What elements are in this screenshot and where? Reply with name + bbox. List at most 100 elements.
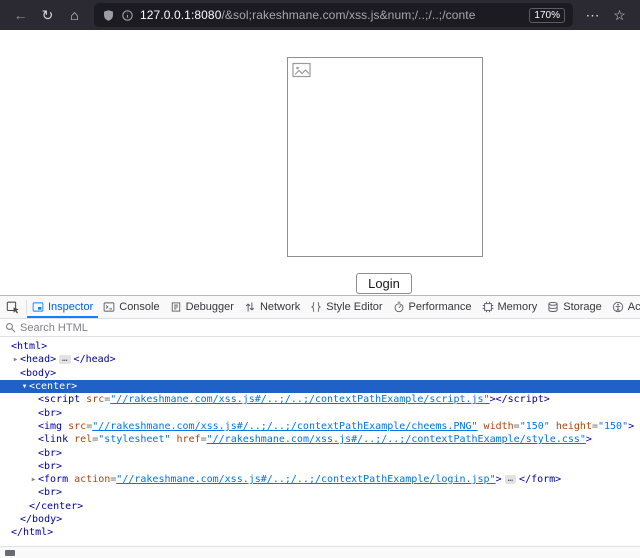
token-tag: <head> (20, 354, 56, 365)
tab-debugger[interactable]: Debugger (165, 296, 239, 318)
login-button[interactable]: Login (356, 273, 412, 294)
markup-row[interactable]: <br> (0, 406, 640, 419)
token-val: "150" (598, 421, 628, 432)
token-tag: <link (38, 434, 68, 445)
markup-row[interactable]: </html> (0, 526, 640, 539)
debugger-icon (170, 301, 182, 313)
token-attr: src (62, 421, 86, 432)
token-tag: <br> (38, 408, 62, 419)
devtools-tabbar: Inspector Console Debugger Network Style Edi… (0, 296, 640, 319)
markup-row[interactable]: </body> (0, 513, 640, 526)
page-viewport: Login (0, 30, 640, 295)
styleeditor-icon (310, 301, 322, 313)
tracking-protection-shield-icon[interactable] (102, 9, 115, 22)
devtools-tabs: Inspector Console Debugger Network Style Edi… (27, 296, 640, 318)
tab-label: Performance (409, 301, 472, 313)
broken-image (287, 57, 483, 257)
search-input[interactable] (20, 322, 635, 334)
token-tag: > (586, 434, 592, 445)
token-tag: <br> (38, 448, 62, 459)
browser-toolbar: ← ↻ ⌂ 127.0.0.1:8080/&sol;rakeshmane.com… (0, 0, 640, 30)
markup-row[interactable]: <html> (0, 340, 640, 353)
token-link[interactable]: "//rakeshmane.com/xss.js#/..;/..;/contex… (116, 474, 495, 485)
tab-label: Accessibility (628, 301, 640, 313)
performance-icon (393, 301, 405, 313)
token-attr: width (478, 421, 514, 432)
markup-row[interactable]: ▶<head>…</head> (0, 353, 640, 366)
search-icon (5, 322, 16, 333)
overflow-menu-icon[interactable]: ⋯ (580, 4, 605, 26)
markup-row[interactable]: <body> (0, 367, 640, 380)
token-attr: href (170, 434, 200, 445)
collapsed-children-ellipsis[interactable]: … (505, 475, 516, 484)
bookmark-star-icon[interactable]: ☆ (607, 4, 632, 26)
tab-label: Console (119, 301, 159, 313)
token-tag: <form (38, 474, 68, 485)
token-link[interactable]: "//rakeshmane.com/xss.js#/..;/..;/contex… (207, 434, 586, 445)
twisty-collapsed-icon[interactable]: ▶ (29, 476, 38, 483)
markup-row[interactable]: <img src="//rakeshmane.com/xss.js#/..;/.… (0, 420, 640, 433)
tab-label: Style Editor (326, 301, 382, 313)
token-link[interactable]: "//rakeshmane.com/xss.js#/..;/..;/contex… (92, 421, 477, 432)
markup-row[interactable]: ▶<form action="//rakeshmane.com/xss.js#/… (0, 473, 640, 486)
token-attr: rel (68, 434, 92, 445)
back-icon[interactable]: ← (8, 4, 33, 26)
token-attr: height (550, 421, 592, 432)
tab-label: Network (260, 301, 300, 313)
token-val: "150" (520, 421, 550, 432)
markup-row[interactable]: <br> (0, 460, 640, 473)
markup-row-selected[interactable]: ▼<center> (0, 380, 640, 393)
network-icon (244, 301, 256, 313)
token-tag: </body> (20, 514, 62, 525)
pick-element-icon[interactable] (0, 296, 26, 318)
site-info-icon[interactable] (121, 9, 134, 22)
token-tag: > (628, 421, 634, 432)
url-bar[interactable]: 127.0.0.1:8080/&sol;rakeshmane.com/xss.j… (95, 4, 572, 26)
tab-performance[interactable]: Performance (388, 296, 477, 318)
breadcrumbs-bar (0, 546, 640, 558)
token-val: "stylesheet" (98, 434, 170, 445)
markup-search-bar (0, 319, 640, 337)
tab-inspector[interactable]: Inspector (27, 296, 98, 318)
memory-icon (482, 301, 494, 313)
tab-network[interactable]: Network (239, 296, 305, 318)
token-tag: <center> (29, 381, 77, 392)
tab-accessibility[interactable]: Accessibility (607, 296, 640, 318)
markup-row[interactable]: </center> (0, 500, 640, 513)
url-path: /&sol;rakeshmane.com/xss.js&num;/..;/..;… (221, 8, 475, 22)
url-host: 127.0.0.1:8080 (140, 8, 221, 22)
tab-styleeditor[interactable]: Style Editor (305, 296, 387, 318)
tab-label: Storage (563, 301, 602, 313)
tab-memory[interactable]: Memory (477, 296, 543, 318)
markup-row[interactable]: <br> (0, 446, 640, 459)
reload-icon[interactable]: ↻ (35, 4, 60, 26)
token-tag: > (496, 474, 502, 485)
token-tag: <body> (20, 368, 56, 379)
twisty-collapsed-icon[interactable]: ▶ (11, 356, 20, 363)
markup-row[interactable]: <link rel="stylesheet" href="//rakeshman… (0, 433, 640, 446)
tab-console[interactable]: Console (98, 296, 164, 318)
collapsed-children-ellipsis[interactable]: … (59, 355, 70, 364)
token-tag: </html> (11, 527, 53, 538)
accessibility-icon (612, 301, 624, 313)
token-tag: ></script> (490, 394, 550, 405)
tab-label: Memory (498, 301, 538, 313)
token-tag: <img (38, 421, 62, 432)
markup-row[interactable]: <br> (0, 486, 640, 499)
token-attr: src (80, 394, 104, 405)
console-icon (103, 301, 115, 313)
token-tag: <html> (11, 341, 47, 352)
token-link[interactable]: "//rakeshmane.com/xss.js#/..;/..;/contex… (110, 394, 489, 405)
devtools-panel: Inspector Console Debugger Network Style Edi… (0, 295, 640, 558)
twisty-expanded-icon[interactable]: ▼ (20, 383, 29, 390)
breadcrumb-node-icon[interactable] (5, 550, 15, 556)
token-tag: </center> (29, 501, 83, 512)
broken-image-icon (292, 62, 312, 83)
zoom-indicator[interactable]: 170% (529, 8, 565, 23)
markup-row[interactable]: <script src="//rakeshmane.com/xss.js#/..… (0, 393, 640, 406)
tab-label: Debugger (186, 301, 234, 313)
tab-storage[interactable]: Storage (542, 296, 607, 318)
app-window: ← ↻ ⌂ 127.0.0.1:8080/&sol;rakeshmane.com… (0, 0, 640, 558)
home-icon[interactable]: ⌂ (62, 4, 87, 26)
tab-label: Inspector (48, 301, 93, 313)
